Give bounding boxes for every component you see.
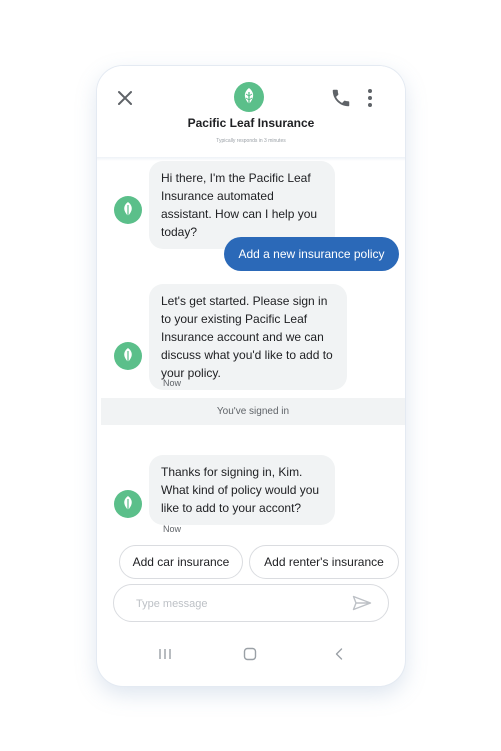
- nav-recents-icon[interactable]: [158, 648, 172, 660]
- close-icon[interactable]: [115, 88, 135, 108]
- bot-avatar-icon: [114, 342, 142, 370]
- leaf-logo-icon: [234, 82, 264, 112]
- nav-home-icon[interactable]: [243, 647, 257, 661]
- bot-avatar-icon: [114, 196, 142, 224]
- more-vert-icon[interactable]: [363, 87, 377, 109]
- bot-message: Let's get started. Please sign in to you…: [149, 284, 347, 390]
- message-input[interactable]: [134, 594, 338, 614]
- suggestion-chip-renters[interactable]: Add renter's insurance: [249, 545, 399, 579]
- bot-message: Hi there, I'm the Pacific Leaf Insurance…: [149, 161, 335, 249]
- message-composer: [113, 584, 389, 622]
- user-message: Add a new insurance policy: [224, 237, 399, 271]
- system-notice: You've signed in: [101, 398, 405, 425]
- system-nav-bar: [97, 642, 405, 666]
- phone-frame: Pacific Leaf Insurance Typically respond…: [97, 66, 405, 686]
- business-name: Pacific Leaf Insurance: [187, 116, 315, 130]
- phone-icon[interactable]: [330, 87, 352, 109]
- bot-avatar-icon: [114, 490, 142, 518]
- response-time: Typically responds in 3 minutes: [216, 138, 286, 144]
- message-timestamp: Now: [163, 378, 182, 388]
- suggestion-chip-car[interactable]: Add car insurance: [119, 545, 243, 579]
- nav-back-icon[interactable]: [334, 648, 344, 660]
- message-timestamp: Now: [163, 524, 182, 534]
- send-icon[interactable]: [352, 595, 372, 611]
- bot-message: Thanks for signing in, Kim. What kind of…: [149, 455, 335, 525]
- chat-header: Pacific Leaf Insurance Typically respond…: [97, 66, 405, 158]
